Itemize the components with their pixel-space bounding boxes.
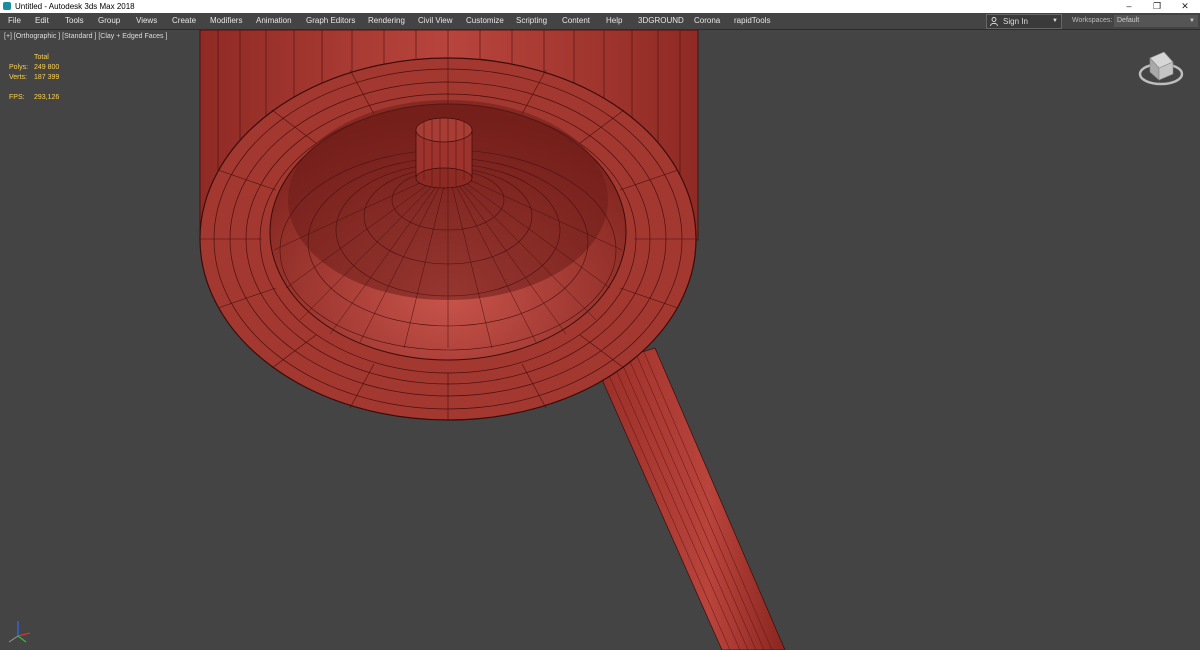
workspaces-label: Workspaces:	[1072, 17, 1113, 24]
sign-in-label: Sign In	[1003, 17, 1028, 26]
window-title: Untitled - Autodesk 3ds Max 2018	[15, 2, 135, 11]
menu-create[interactable]: Create	[172, 13, 196, 29]
verts-value: 187 399	[34, 74, 60, 81]
menu-rapidtools[interactable]: rapidTools	[734, 13, 770, 29]
workspaces-caret-icon: ▼	[1189, 18, 1195, 24]
sign-in-caret-icon: ▼	[1052, 18, 1058, 24]
app-icon	[3, 2, 11, 10]
sign-in-button[interactable]: Sign In ▼	[986, 14, 1062, 29]
menu-group[interactable]: Group	[98, 13, 120, 29]
close-icon[interactable]: ✕	[1171, 0, 1199, 13]
viewcube-icon[interactable]	[1138, 48, 1184, 90]
menu-3dground[interactable]: 3DGROUND	[638, 13, 684, 29]
menu-customize[interactable]: Customize	[466, 13, 504, 29]
menu-content[interactable]: Content	[562, 13, 590, 29]
scene-mesh	[199, 30, 786, 650]
menu-civil-view[interactable]: Civil View	[418, 13, 453, 29]
minimize-icon[interactable]: –	[1115, 0, 1143, 13]
menu-edit[interactable]: Edit	[35, 13, 49, 29]
menu-rendering[interactable]: Rendering	[368, 13, 405, 29]
menu-bar: File Edit Tools Group Views Create Modif…	[0, 13, 1200, 30]
menu-animation[interactable]: Animation	[256, 13, 292, 29]
menu-modifiers[interactable]: Modifiers	[210, 13, 242, 29]
menu-corona[interactable]: Corona	[694, 13, 720, 29]
menu-views[interactable]: Views	[136, 13, 157, 29]
polys-value: 249 800	[34, 64, 60, 71]
menu-file[interactable]: File	[8, 13, 21, 29]
viewport-label[interactable]: [+] [Orthographic ] [Standard ] [Clay + …	[4, 33, 167, 40]
perspective-viewport[interactable]: [+] [Orthographic ] [Standard ] [Clay + …	[0, 30, 1200, 650]
menu-graph-editors[interactable]: Graph Editors	[306, 13, 355, 29]
menu-scripting[interactable]: Scripting	[516, 13, 547, 29]
menu-tools[interactable]: Tools	[65, 13, 84, 29]
menu-help[interactable]: Help	[606, 13, 622, 29]
restore-icon[interactable]: ❐	[1143, 0, 1171, 13]
fps-label: FPS:	[9, 94, 25, 101]
workspaces-dropdown[interactable]: Default ▼	[1114, 15, 1198, 27]
stats-header: Total	[34, 54, 49, 61]
title-bar: Untitled - Autodesk 3ds Max 2018 – ❐ ✕	[0, 0, 1200, 13]
polys-label: Polys:	[9, 64, 29, 71]
verts-label: Verts:	[9, 74, 27, 81]
axis-tripod-icon	[8, 621, 31, 643]
workspaces-value: Default	[1117, 17, 1140, 24]
person-icon	[990, 17, 998, 26]
fps-value: 293,126	[34, 94, 60, 101]
